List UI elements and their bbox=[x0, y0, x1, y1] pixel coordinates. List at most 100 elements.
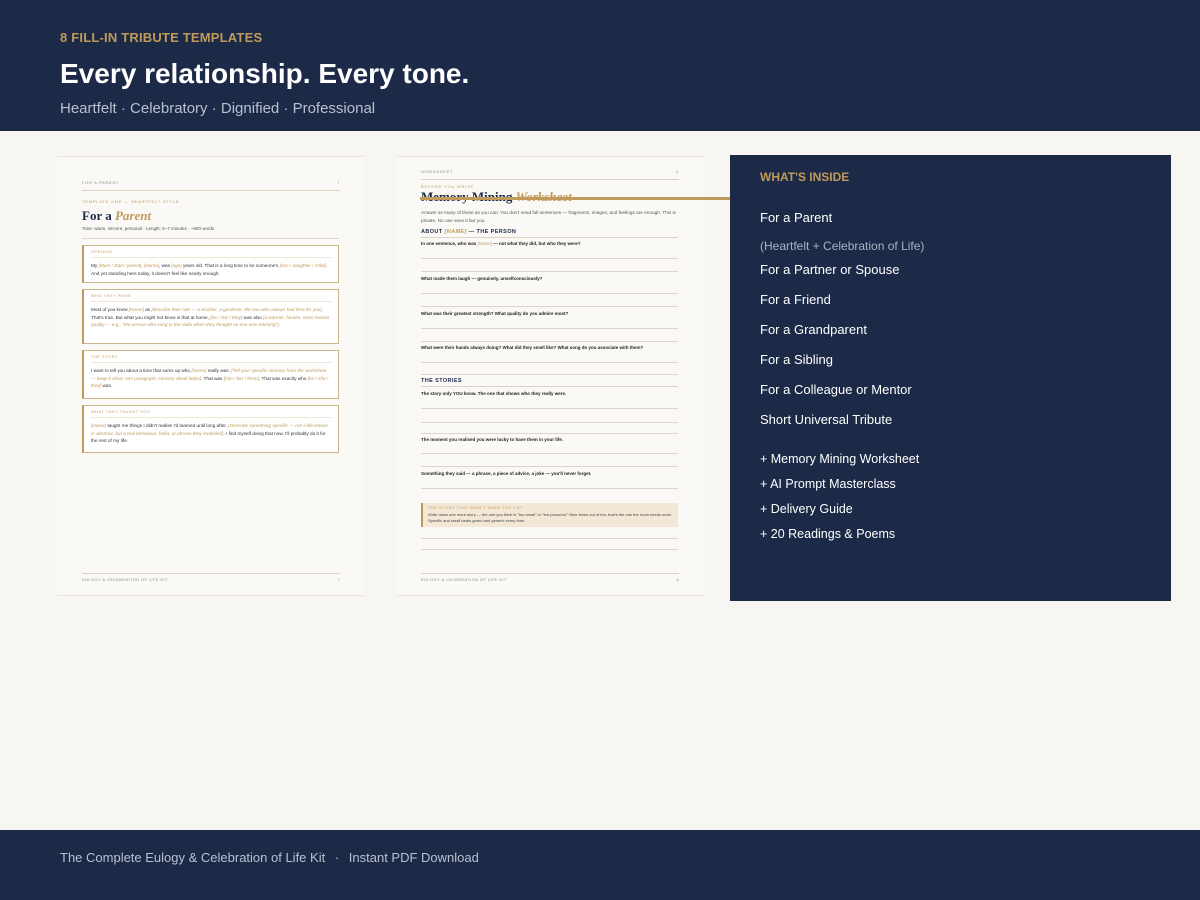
footer-title: EULOGY & CELEBRATION OF LIFE KIT bbox=[82, 577, 168, 582]
section-text: My [Mum / Dad / parent], [Name], was [ag… bbox=[91, 262, 332, 277]
footer-separator: · bbox=[334, 850, 340, 865]
worksheet-question: What was their greatest strength? What q… bbox=[421, 311, 569, 316]
body-text: Most of you knew bbox=[91, 307, 129, 312]
placeholder-text: [Mum / Dad / parent] bbox=[98, 263, 142, 268]
question-suffix: — not what they did, but who they were? bbox=[492, 241, 581, 246]
answer-line[interactable] bbox=[421, 306, 678, 307]
body-text: taught me things I didn't realise I'd le… bbox=[106, 423, 229, 428]
template-item: For a Friend bbox=[760, 292, 831, 307]
section-suffix: — THE PERSON bbox=[466, 229, 517, 235]
callout-text: Write down one more story — the one you … bbox=[428, 512, 672, 523]
placeholder-text: [age] bbox=[171, 263, 182, 268]
gold-accent-line bbox=[420, 197, 781, 200]
answer-line[interactable] bbox=[421, 408, 678, 409]
template-title: For a Parent bbox=[82, 208, 151, 224]
whats-inside-panel: WHAT'S INSIDE For a Parent (Heartfelt + … bbox=[730, 155, 1171, 601]
placeholder-text: [describe their role — a teacher, a gard… bbox=[151, 307, 322, 312]
footer-page-number: 4 bbox=[676, 577, 679, 582]
section-text: Most of you knew [Name] as [describe the… bbox=[91, 306, 332, 329]
body-text: I want to tell you about a time that sum… bbox=[91, 368, 192, 373]
footer-page-number: 7 bbox=[337, 577, 340, 582]
body-text: . bbox=[278, 322, 280, 327]
template-item: Short Universal Tribute bbox=[760, 412, 893, 427]
section-text: I want to tell you about a time that sum… bbox=[91, 367, 332, 390]
template-item: For a Sibling bbox=[760, 352, 833, 367]
template-page-preview-parent: FOR A PARENT 7 TEMPLATE ONE — HEARTFELT … bbox=[57, 156, 365, 596]
story-callout: THE STORY THAT DIDN'T MAKE THE CUT Write… bbox=[421, 503, 678, 527]
section-box-what-they-taught: WHAT THEY TAUGHT YOU [Name] taught me th… bbox=[82, 405, 339, 453]
eyebrow-label: 8 FILL-IN TRIBUTE TEMPLATES bbox=[60, 30, 263, 45]
worksheet-question: What made them laugh — genuinely, unself… bbox=[421, 276, 543, 281]
placeholder-text: [Name] bbox=[91, 423, 107, 428]
answer-line[interactable] bbox=[421, 453, 678, 454]
footer-text: The Complete Eulogy & Celebration of Lif… bbox=[60, 850, 479, 865]
body-text: really was. bbox=[206, 368, 232, 373]
section-label: THE STORY bbox=[91, 355, 332, 363]
extra-item: + Delivery Guide bbox=[760, 502, 853, 516]
running-header: FOR A PARENT 7 bbox=[82, 180, 340, 191]
body-text: . That was exactly who bbox=[258, 375, 308, 381]
answer-line[interactable] bbox=[421, 488, 678, 489]
answer-line[interactable] bbox=[421, 538, 678, 539]
answer-line[interactable] bbox=[421, 258, 678, 259]
body-text: years old. That is a long time to be som… bbox=[181, 263, 280, 268]
running-header-title: FOR A PARENT bbox=[82, 180, 120, 185]
extra-item: + AI Prompt Masterclass bbox=[760, 477, 896, 491]
answer-line[interactable] bbox=[421, 374, 678, 375]
answer-line[interactable] bbox=[421, 271, 678, 272]
placeholder-text: [Name] bbox=[191, 368, 207, 373]
running-header: WORKSHEET 4 bbox=[421, 169, 679, 180]
header-banner: 8 FILL-IN TRIBUTE TEMPLATES Every relati… bbox=[0, 0, 1200, 131]
footer-banner: The Complete Eulogy & Celebration of Lif… bbox=[0, 830, 1200, 900]
headline: Every relationship. Every tone. bbox=[60, 58, 470, 89]
answer-line[interactable] bbox=[421, 433, 678, 434]
body-text: was. bbox=[101, 383, 113, 388]
page-number: 7 bbox=[337, 180, 340, 185]
template-meta: Tone: warm, sincere, personal · Length: … bbox=[82, 226, 215, 231]
body-text: was also bbox=[242, 314, 264, 320]
worksheet-question: The story only YOU know. The one that sh… bbox=[421, 391, 567, 396]
answer-line[interactable] bbox=[421, 362, 678, 363]
section-label: WHO THEY WERE bbox=[91, 294, 332, 302]
worksheet-intro: Answer as many of these as you can. You … bbox=[421, 210, 676, 223]
section-box-the-story: THE STORY I want to tell you about a tim… bbox=[82, 350, 339, 399]
title-accent: Parent bbox=[114, 208, 152, 223]
running-footer: EULOGY & CELEBRATION OF LIFE KIT 7 bbox=[82, 573, 340, 582]
placeholder-text: [son / daughter / child] bbox=[279, 263, 326, 268]
extra-item: + Memory Mining Worksheet bbox=[760, 452, 920, 466]
answer-line[interactable] bbox=[421, 328, 678, 329]
page-number: 4 bbox=[676, 169, 679, 174]
section-label: WHAT THEY TAUGHT YOU bbox=[91, 410, 332, 418]
template-item: For a Parent bbox=[760, 210, 833, 225]
template-item: For a Grandparent bbox=[760, 322, 867, 337]
answer-line[interactable] bbox=[421, 422, 678, 423]
placeholder-text: [he / she / they] bbox=[210, 314, 243, 320]
section-name-placeholder: [NAME] bbox=[444, 229, 467, 235]
tone-subline: Heartfelt · Celebratory · Dignified · Pr… bbox=[60, 100, 376, 117]
title-prefix: For a bbox=[82, 208, 115, 223]
body-text: My bbox=[91, 263, 99, 268]
worksheet-question: In one sentence, who was [Name] — not wh… bbox=[421, 241, 678, 246]
placeholder-text: [Name] bbox=[128, 307, 144, 312]
template-item: For a Partner or Spouse bbox=[760, 262, 900, 277]
running-footer: EULOGY & CELEBRATION OF LIFE KIT 4 bbox=[421, 573, 679, 582]
worksheet-question: What were their hands always doing? What… bbox=[421, 345, 644, 350]
delivery-format: Instant PDF Download bbox=[348, 850, 479, 865]
answer-line[interactable] bbox=[421, 293, 678, 294]
section-heading-the-person: ABOUT [NAME] — THE PERSON bbox=[421, 229, 678, 238]
body-text: , was bbox=[159, 263, 172, 268]
running-header-title: WORKSHEET bbox=[421, 169, 454, 174]
section-label: OPENING bbox=[91, 250, 332, 258]
template-kicker: TEMPLATE ONE — HEARTFELT STYLE bbox=[82, 199, 180, 204]
answer-line[interactable] bbox=[421, 341, 678, 342]
placeholder-text: [him / her / them] bbox=[223, 375, 259, 381]
body-text: . That was bbox=[200, 375, 224, 381]
answer-line[interactable] bbox=[421, 466, 678, 467]
template-item: For a Colleague or Mentor bbox=[760, 382, 912, 397]
placeholder-text: [Name] bbox=[143, 263, 160, 268]
worksheet-question: Something they said — a phrase, a piece … bbox=[421, 471, 592, 476]
answer-line[interactable] bbox=[421, 549, 678, 550]
divider bbox=[82, 238, 339, 239]
section-text: [Name] taught me things I didn't realise… bbox=[91, 422, 332, 445]
panel-heading: WHAT'S INSIDE bbox=[760, 170, 850, 184]
